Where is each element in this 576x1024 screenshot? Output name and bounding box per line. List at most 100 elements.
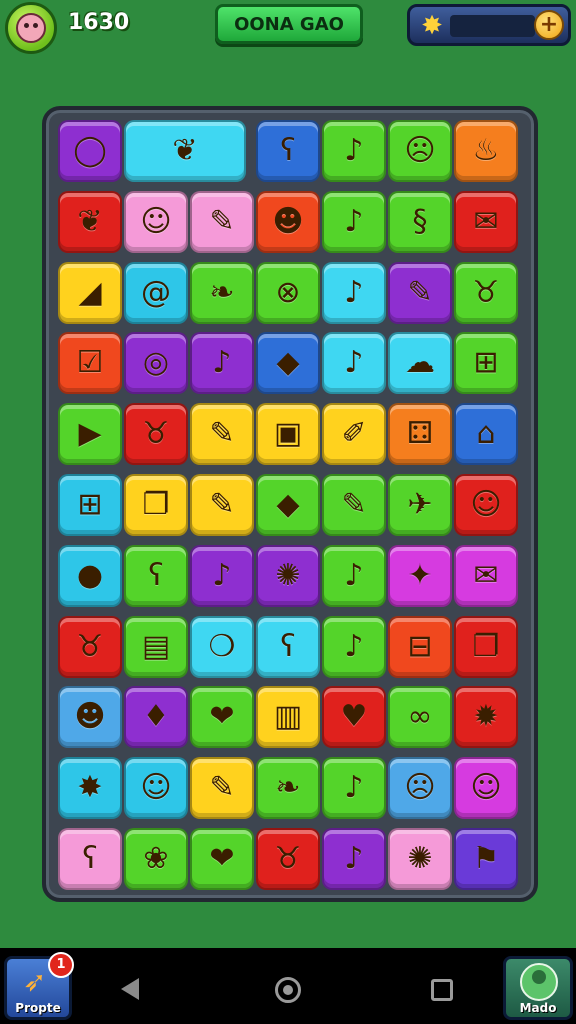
tile-paper-icon[interactable]: ✉ xyxy=(454,190,518,253)
player-avatar[interactable] xyxy=(5,2,57,54)
tile-gear-icon[interactable]: ✹ xyxy=(454,686,518,749)
tile-cherry-icon[interactable]: ♥ xyxy=(322,686,386,749)
tile-pig-face-icon[interactable]: ♉ xyxy=(256,828,320,890)
note-icon: ♪ xyxy=(344,557,364,593)
tile-rings-icon[interactable]: ∞ xyxy=(388,686,452,749)
tile-chat-icon[interactable]: ✉ xyxy=(454,544,518,607)
tile-leaf-icon[interactable]: ❦ xyxy=(58,190,122,253)
tile-bear-face-icon[interactable]: ʕ xyxy=(256,615,320,678)
tile-flame-face-icon[interactable]: ♨ xyxy=(454,120,518,182)
tile-bandage-icon[interactable]: ✐ xyxy=(322,403,386,466)
tile-apple-icon[interactable]: ❤ xyxy=(190,828,254,890)
tile-wand-icon[interactable]: ✦ xyxy=(388,544,452,607)
tile-feather-icon[interactable]: ✎ xyxy=(190,190,254,253)
tile-note-icon[interactable]: ♪ xyxy=(322,828,386,890)
tile-scroll-icon[interactable]: @ xyxy=(124,261,188,324)
tile-pepper-icon[interactable]: ❧ xyxy=(256,757,320,820)
tile-ring-icon[interactable]: ◯ xyxy=(58,120,122,182)
tile-book-icon[interactable]: ❐ xyxy=(454,615,518,678)
bear-face-icon: ʕ xyxy=(280,628,296,664)
tile-note-icon[interactable]: ♪ xyxy=(190,544,254,607)
tile-note-icon[interactable]: ♪ xyxy=(322,120,386,182)
tile-chest-icon[interactable]: ▥ xyxy=(256,686,320,749)
back-icon[interactable] xyxy=(121,978,139,1000)
tile-house-icon[interactable]: ⌂ xyxy=(454,403,518,466)
tile-card-icon[interactable]: ▤ xyxy=(124,615,188,678)
tile-feather-icon[interactable]: ✎ xyxy=(190,757,254,820)
tile-devil-face-icon[interactable]: ☹ xyxy=(388,757,452,820)
tile-spiral-icon[interactable]: ◎ xyxy=(124,332,188,395)
tile-pig-face-icon[interactable]: ♉ xyxy=(454,261,518,324)
tile-bird-icon[interactable]: ✈ xyxy=(388,474,452,536)
tile-compass-icon[interactable]: ⊗ xyxy=(256,261,320,324)
tile-dice-icon[interactable]: ⚃ xyxy=(388,403,452,466)
gear-icon: ✹ xyxy=(473,699,499,735)
tile-note-icon[interactable]: ♪ xyxy=(322,190,386,253)
top-bar: 1630 OONA GAO ✸ + xyxy=(0,0,576,60)
tile-gem-box-icon[interactable]: ◆ xyxy=(256,332,320,395)
tile-lilypad-icon[interactable]: ❀ xyxy=(124,828,188,890)
tile-monster-face-icon[interactable]: ☹ xyxy=(388,120,452,182)
tile-pig-face-icon[interactable]: ♉ xyxy=(124,403,188,466)
tile-bear-face-icon[interactable]: ʕ xyxy=(58,828,122,890)
tile-note-icon[interactable]: ♪ xyxy=(322,261,386,324)
tile-book-icon[interactable]: ❐ xyxy=(124,474,188,536)
tile-gate-icon[interactable]: ⊞ xyxy=(58,474,122,536)
profile-button[interactable]: Mado xyxy=(503,956,573,1020)
recent-apps-icon[interactable] xyxy=(431,979,453,1001)
tile-smile-face-icon[interactable]: ☻ xyxy=(256,190,320,253)
tile-blob-face-icon[interactable]: ☺ xyxy=(124,190,188,253)
tile-window-icon[interactable]: ⊟ xyxy=(388,615,452,678)
feather-icon: ✎ xyxy=(341,487,367,522)
tile-sun-icon[interactable]: ✺ xyxy=(256,544,320,607)
tile-clown-face-icon[interactable]: ☺ xyxy=(454,757,518,820)
tile-pepper-icon[interactable]: ♦ xyxy=(124,686,188,749)
tile-bear-face-icon[interactable]: ʕ xyxy=(124,544,188,607)
box-face-icon: ▣ xyxy=(273,416,303,452)
tile-apple-icon[interactable]: ❤ xyxy=(190,686,254,749)
system-nav-bar xyxy=(0,948,576,1024)
tile-cat-face-icon[interactable]: ☺ xyxy=(454,474,518,536)
tile-frog-face-icon[interactable]: ☻ xyxy=(58,686,122,749)
tile-gate-icon[interactable]: ⊞ xyxy=(454,332,518,395)
title-button[interactable]: OONA GAO xyxy=(215,4,363,44)
bird-icon: ✈ xyxy=(407,487,433,522)
tile-feather-icon[interactable]: ✎ xyxy=(190,474,254,536)
balloon-face-icon: ● xyxy=(76,557,104,593)
tile-play-icon[interactable]: ▶ xyxy=(58,403,122,466)
tile-cube-icon[interactable]: ◆ xyxy=(256,474,320,536)
tile-balloon-face-icon[interactable]: ● xyxy=(58,544,122,607)
tile-note-icon[interactable]: ♪ xyxy=(322,332,386,395)
tile-feather-icon[interactable]: ✎ xyxy=(322,474,386,536)
energy-track xyxy=(450,15,535,37)
tile-feather-icon[interactable]: ✎ xyxy=(388,261,452,324)
home-icon[interactable] xyxy=(275,977,301,1003)
add-energy-button[interactable]: + xyxy=(534,10,564,40)
tile-ghost-icon[interactable]: ☁ xyxy=(388,332,452,395)
tile-bear-face-icon[interactable]: ʕ xyxy=(256,120,320,182)
tile-cheese-icon[interactable]: ◢ xyxy=(58,261,122,324)
tile-sun-icon[interactable]: ✸ xyxy=(58,757,122,820)
tile-leaf-icon[interactable]: ❦ xyxy=(124,120,246,182)
tile-seed-icon[interactable]: ❧ xyxy=(190,261,254,324)
pig-face-icon: ♉ xyxy=(274,841,302,876)
tile-pig-face-icon[interactable]: ♉ xyxy=(58,615,122,678)
tile-drop-icon[interactable]: ❍ xyxy=(190,615,254,678)
card-icon: ▤ xyxy=(141,628,171,664)
tile-sun-icon[interactable]: ✺ xyxy=(388,828,452,890)
tile-cat-face-icon[interactable]: ☺ xyxy=(124,757,188,820)
tile-note-icon[interactable]: ♪ xyxy=(322,757,386,820)
tile-swirl-icon[interactable]: § xyxy=(388,190,452,253)
tile-flag-icon[interactable]: ⚑ xyxy=(454,828,518,890)
seed-icon: ❧ xyxy=(209,274,235,310)
tile-feather-icon[interactable]: ✎ xyxy=(190,403,254,466)
feather-icon: ✎ xyxy=(407,274,433,310)
smile-face-icon: ☻ xyxy=(272,203,304,239)
tile-note-icon[interactable]: ♪ xyxy=(322,615,386,678)
apple-icon: ❤ xyxy=(209,841,235,876)
tile-box-face-icon[interactable]: ▣ xyxy=(256,403,320,466)
tile-note-icon[interactable]: ♪ xyxy=(322,544,386,607)
chest-icon: ▥ xyxy=(273,699,303,735)
tile-basket-icon[interactable]: ☑ xyxy=(58,332,122,395)
tile-note-icon[interactable]: ♪ xyxy=(190,332,254,395)
